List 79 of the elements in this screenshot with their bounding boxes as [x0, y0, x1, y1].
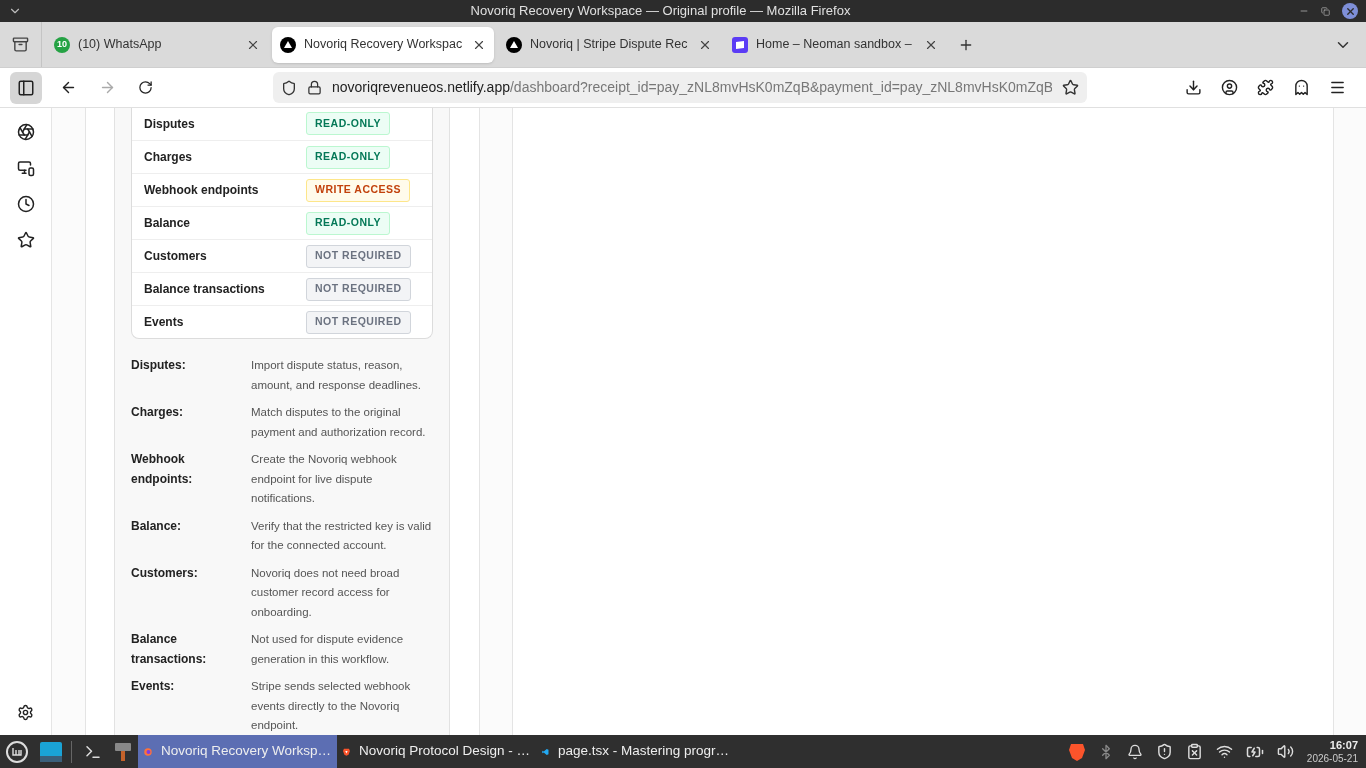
browser-tab[interactable]: Home – Neoman sandbox –: [724, 26, 946, 63]
description-term: Disputes:: [131, 357, 187, 374]
volume-icon[interactable]: [1276, 743, 1294, 760]
tab-title: Novoriq Recovery Workspac: [304, 36, 464, 54]
description-text: Novoriq does not need broad customer record access for onboarding.: [251, 565, 401, 620]
bookmark-star-icon[interactable]: [1062, 79, 1079, 96]
tab-title: Home – Neoman sandbox –: [756, 36, 913, 54]
sidebar-toggle-icon: [16, 79, 35, 97]
browser-tab[interactable]: 10 (10) WhatsApp: [46, 26, 268, 63]
window-label: page.tsx - Mastering progr…: [557, 742, 729, 761]
start-menu-icon[interactable]: [6, 740, 28, 763]
browser-tab[interactable]: Novoriq Recovery Workspac: [272, 26, 494, 63]
description-term: Balance transactions:: [131, 631, 208, 668]
address-bar[interactable]: novoriqrevenueos.netlify.app/dashboard?receipt_id=pay_zNL8mvHsK0mZqB&payment_id=pay_zNL8mvHsK0mZqB: [273, 72, 1087, 103]
restore-icon[interactable]: [1321, 6, 1330, 16]
browser-tab[interactable]: Novoriq | Stripe Dispute Rec: [498, 26, 720, 63]
show-desktop-icon[interactable]: [40, 741, 62, 762]
description-term: Webhook endpoints:: [131, 451, 194, 488]
tab-manager-icon[interactable]: [12, 36, 29, 53]
sidebar-button[interactable]: [9, 72, 42, 104]
reload-icon[interactable]: [138, 80, 153, 95]
close-icon: [1344, 5, 1356, 17]
access-badge: READ-ONLY: [306, 211, 390, 235]
close-button[interactable]: [1342, 3, 1358, 19]
extensions-icon[interactable]: [1257, 79, 1274, 96]
permission-name: Balance transactions: [144, 281, 266, 298]
description-term: Customers:: [131, 564, 199, 582]
permission-name: Events: [144, 314, 185, 331]
tab-badge: 10: [54, 36, 70, 53]
star-icon: [16, 231, 35, 249]
download-icon[interactable]: [1185, 79, 1202, 96]
permission-name: Balance: [144, 215, 192, 232]
window-title: Novoriq Recovery Workspace — Original profile — Mozilla Firefox: [469, 2, 852, 21]
url-text: novoriqrevenueos.netlify.app/dashboard?receipt_id=pay_zNL8mvHsK0mZqB&payment_id=pay_zNL8mvHsK0mZqB: [332, 78, 1052, 97]
description-text: Create the Novoriq webhook endpoint for live dispute notifications.: [251, 452, 398, 506]
access-badge: READ-ONLY: [306, 112, 390, 135]
access-badge: READ-ONLY: [306, 145, 390, 169]
access-badge: WRITE ACCESS: [306, 178, 411, 202]
description-text: Import dispute status, reason, amount, and response deadlines.: [251, 358, 423, 393]
clock-icon: [16, 195, 35, 213]
description-text: Match disputes to the original payment and authorization record.: [251, 405, 427, 440]
window-label: Novoriq Recovery Worksp…: [160, 742, 331, 761]
access-badge: NOT REQUIRED: [306, 310, 411, 334]
description-term: Charges:: [131, 404, 184, 421]
taskbar-window[interactable]: page.tsx - Mastering progr…: [536, 735, 735, 768]
tab-title: (10) WhatsApp: [78, 36, 163, 54]
clock-date: 2026-05-21: [1306, 751, 1358, 765]
access-badge: NOT REQUIRED: [306, 244, 411, 268]
menu-icon[interactable]: [1329, 79, 1346, 96]
clock-time: 16:07: [1329, 738, 1358, 752]
account-icon[interactable]: [1221, 79, 1238, 96]
ghost-icon[interactable]: [1293, 79, 1310, 96]
permission-name: Webhook endpoints: [144, 182, 260, 199]
permission-name: Customers: [144, 248, 208, 265]
square-logo-icon: [732, 36, 748, 53]
description-text: Stripe sends selected webhook events directly to the Novoriq endpoint.: [251, 679, 412, 733]
access-badge: NOT REQUIRED: [306, 277, 411, 301]
description-text: Verify that the restricted key is valid for the connected account.: [251, 518, 433, 553]
bell-icon[interactable]: [1126, 743, 1143, 760]
permission-name: Disputes: [144, 115, 196, 133]
back-icon[interactable]: [60, 79, 77, 96]
aperture-icon: [16, 123, 35, 141]
description-text: Not used for dispute evidence generation in this workflow.: [251, 632, 405, 667]
window-label: Novoriq Protocol Design - …: [358, 742, 530, 761]
clipboard-icon[interactable]: [1185, 743, 1203, 760]
taskbar-window[interactable]: Novoriq Protocol Design - …: [337, 735, 536, 768]
triangle-logo-icon: [280, 36, 296, 53]
description-term: Balance:: [131, 517, 183, 535]
triangle-logo-icon: [506, 36, 522, 53]
tab-title: Novoriq | Stripe Dispute Rec: [530, 36, 689, 54]
devices-icon: [16, 159, 35, 177]
shield-icon[interactable]: [1155, 743, 1173, 760]
shield-icon: [281, 79, 297, 96]
description-term: Events:: [131, 678, 176, 695]
permission-name: Charges: [144, 149, 194, 166]
taskbar-window[interactable]: Novoriq Recovery Worksp…: [138, 735, 337, 768]
settings-icon[interactable]: [17, 704, 34, 721]
wifi-icon[interactable]: [1215, 743, 1233, 760]
lock-icon: [307, 80, 322, 95]
